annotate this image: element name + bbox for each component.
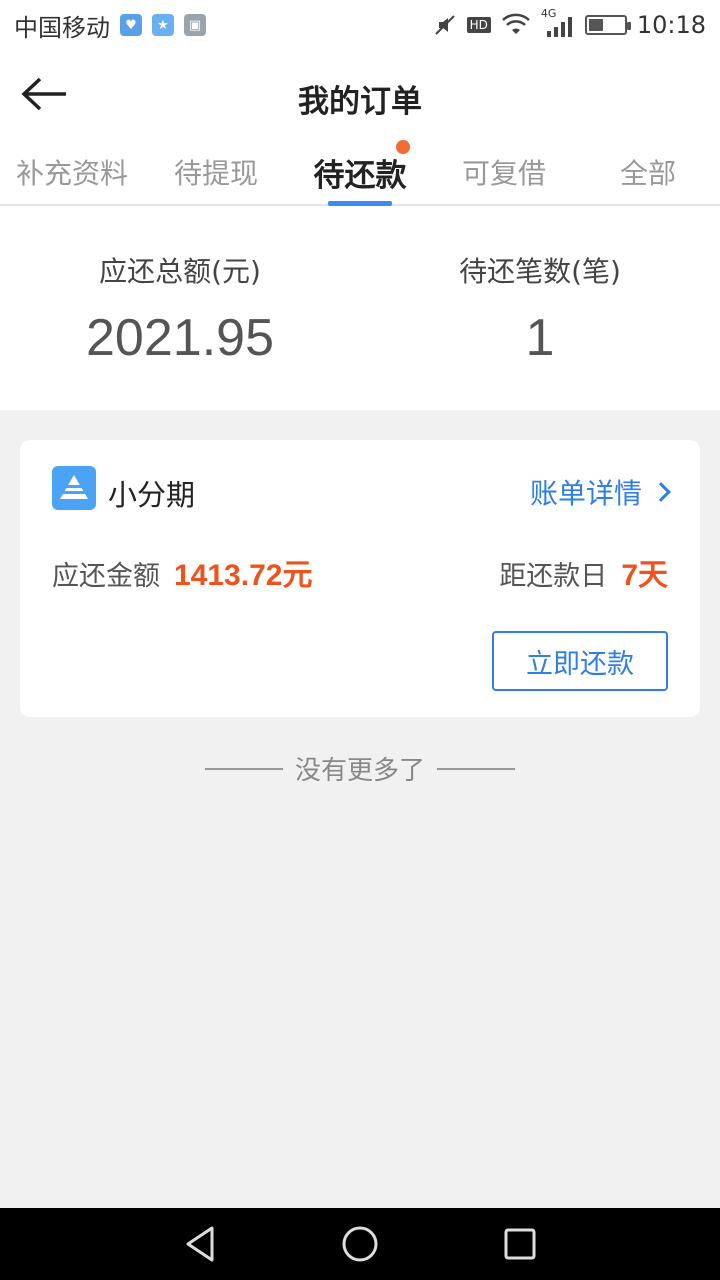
- tab-label: 全部: [619, 157, 676, 190]
- square-recents-icon: [504, 1228, 536, 1260]
- chevron-right-icon: [651, 482, 671, 502]
- total-due-value: 2021.95: [86, 309, 274, 367]
- amount-due-label: 应还金额: [52, 561, 160, 592]
- notification-icons: ♥ ★ ▣: [120, 14, 206, 36]
- hd-badge: HD: [466, 17, 491, 33]
- gallery-icon: ▣: [184, 14, 206, 36]
- tab-label: 可复借: [461, 157, 546, 190]
- pending-count-block: 待还笔数(笔) 1: [360, 206, 720, 410]
- app-header: 我的订单: [0, 50, 720, 140]
- tab-label: 待提现: [173, 157, 258, 190]
- repay-summary: 应还总额(元) 2021.95 待还笔数(笔) 1: [0, 206, 720, 410]
- order-tabs: 补充资料 待提现 待还款 可复借 全部: [0, 140, 720, 206]
- total-due-label: 应还总额(元): [99, 255, 261, 288]
- order-card: 小分期 账单详情 应还金额 1413.72元 距还款日 7天 立即还款: [20, 440, 700, 717]
- divider-right: [437, 767, 515, 770]
- nav-recents-button[interactable]: [490, 1214, 550, 1274]
- tab-badge-dot: [396, 140, 410, 154]
- days-to-due-label: 距还款日: [499, 561, 608, 592]
- status-bar: 中国移动 ♥ ★ ▣ HD 4G 10:18: [0, 0, 720, 50]
- tab-label: 待还款: [313, 158, 407, 194]
- battery-icon: [584, 15, 631, 35]
- signal-icon: 4G: [541, 7, 575, 39]
- pending-count-value: 1: [525, 309, 555, 367]
- page-title: 我的订单: [298, 84, 422, 120]
- wifi-icon: [501, 13, 530, 34]
- health-app-icon: ♥: [120, 14, 142, 36]
- product-logo-icon: [52, 466, 96, 510]
- amount-due-row: 应还金额 1413.72元: [52, 550, 312, 594]
- amount-due-value: 1413.72元: [174, 559, 313, 592]
- triangle-back-icon: [186, 1226, 214, 1262]
- bill-detail-label: 账单详情: [529, 477, 642, 510]
- tab-all[interactable]: 全部: [576, 140, 720, 204]
- carrier-label: 中国移动: [14, 13, 110, 42]
- tab-pending-withdraw[interactable]: 待提现: [144, 140, 288, 204]
- repay-now-button[interactable]: 立即还款: [492, 631, 668, 691]
- no-more-text: 没有更多了: [294, 756, 425, 786]
- system-nav-bar: [0, 1208, 720, 1280]
- mute-icon: [434, 15, 455, 35]
- days-to-due-row: 距还款日 7天: [499, 550, 668, 594]
- status-right: HD 4G 10:18: [433, 7, 706, 39]
- tab-reborrow[interactable]: 可复借: [432, 140, 576, 204]
- divider-left: [204, 767, 283, 770]
- nav-back-button[interactable]: [170, 1214, 230, 1274]
- pending-count-label: 待还笔数(笔): [459, 255, 621, 288]
- tab-pending-repay[interactable]: 待还款: [288, 140, 432, 206]
- circle-home-icon: [342, 1226, 378, 1262]
- tab-supplement-info[interactable]: 补充资料: [0, 140, 144, 204]
- total-due-block: 应还总额(元) 2021.95: [0, 206, 360, 410]
- list-end-indicator: 没有更多了: [0, 750, 720, 787]
- loan-app-icon: ★: [152, 14, 174, 36]
- product-name: 小分期: [108, 478, 196, 512]
- battery-fill: [588, 19, 603, 31]
- bill-detail-link[interactable]: 账单详情: [529, 472, 671, 512]
- days-to-due-value: 7天: [621, 559, 668, 592]
- clock: 10:18: [636, 11, 706, 39]
- tab-label: 补充资料: [15, 157, 128, 190]
- nav-home-button[interactable]: [330, 1214, 390, 1274]
